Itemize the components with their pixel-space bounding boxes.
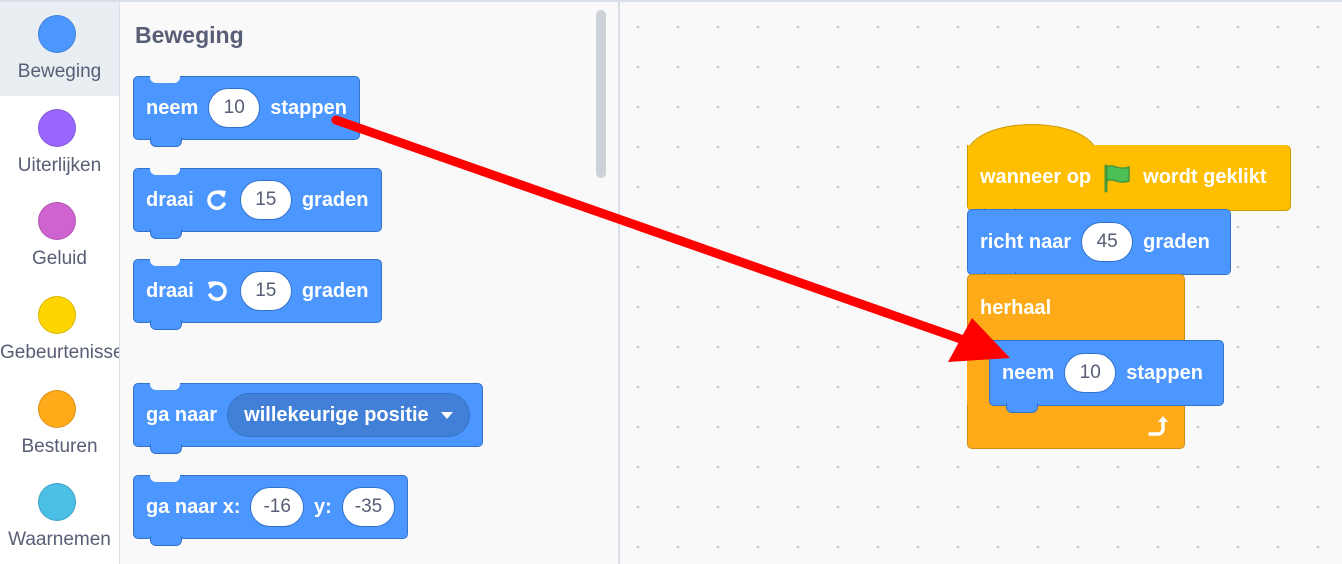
green-flag-icon xyxy=(1101,163,1133,193)
palette-scrollbar[interactable] xyxy=(596,10,606,178)
category-label: Uiterlijken xyxy=(17,155,102,176)
block-notch xyxy=(150,475,180,482)
block-tab xyxy=(150,137,182,147)
control-dot-icon xyxy=(38,390,76,428)
block-notch xyxy=(150,168,180,175)
motion-dot-icon xyxy=(38,15,76,53)
block-text: graden xyxy=(301,188,369,211)
category-sensing[interactable]: Waarnemen xyxy=(0,470,119,564)
block-text: stappen xyxy=(270,96,347,119)
degrees-input[interactable]: 15 xyxy=(239,180,292,220)
block-tab xyxy=(150,444,182,454)
direction-input[interactable]: 45 xyxy=(1081,222,1134,262)
steps-input[interactable]: 10 xyxy=(208,88,261,128)
category-label: Waarnemen xyxy=(8,529,111,550)
block-text: draai xyxy=(146,188,194,211)
block-tab xyxy=(150,320,182,330)
block-tab xyxy=(150,229,182,239)
turn-left-block[interactable]: draai 15 graden xyxy=(133,259,382,330)
block-text: y: xyxy=(313,495,332,518)
block-text: stappen xyxy=(1126,361,1203,384)
category-sidebar: Beweging Uiterlijken Geluid Gebeurteniss… xyxy=(0,2,120,564)
block-text: graden xyxy=(1143,230,1210,253)
y-input[interactable]: -35 xyxy=(341,487,396,527)
block-text: draai xyxy=(146,279,194,302)
loop-arrow-icon xyxy=(1144,414,1170,440)
block-text: richt naar xyxy=(980,230,1072,253)
block-notch xyxy=(150,383,180,390)
turn-right-block[interactable]: draai 15 graden xyxy=(133,168,382,239)
repeat-arm xyxy=(967,339,989,405)
block-tab xyxy=(1006,403,1038,413)
block-text: neem xyxy=(146,96,199,119)
category-events[interactable]: Gebeurtenissen xyxy=(0,283,119,377)
block-tab xyxy=(150,536,182,546)
category-label: Geluid xyxy=(32,248,87,269)
degrees-input[interactable]: 15 xyxy=(239,271,292,311)
goto-xy-block[interactable]: ga naar x: -16 y: -35 xyxy=(133,475,409,546)
steps-input[interactable]: 10 xyxy=(1064,353,1117,393)
looks-dot-icon xyxy=(38,109,76,147)
point-direction-block[interactable]: richt naar 45 graden xyxy=(967,209,1231,282)
palette-title: Beweging xyxy=(135,22,244,48)
sensing-dot-icon xyxy=(38,483,76,521)
rotate-right-icon xyxy=(204,187,230,213)
block-notch xyxy=(150,259,180,266)
position-dropdown[interactable]: willekeurige positie xyxy=(227,393,470,437)
block-notch xyxy=(150,76,180,83)
rotate-left-icon xyxy=(204,278,230,304)
category-motion[interactable]: Beweging xyxy=(0,2,119,96)
move-steps-block[interactable]: neem 10 stappen xyxy=(133,76,360,147)
category-label: Besturen xyxy=(21,436,98,457)
when-flag-clicked-block[interactable]: wanneer op wordt geklikt xyxy=(967,145,1291,218)
block-text: neem xyxy=(1002,361,1055,384)
goto-block[interactable]: ga naar willekeurige positie xyxy=(133,383,483,454)
block-text: graden xyxy=(301,279,369,302)
block-palette: Beweging neem 10 stappen draai 15 graden… xyxy=(120,2,620,564)
block-text: ga naar x: xyxy=(146,495,241,518)
sound-dot-icon xyxy=(38,202,76,240)
move-steps-in-loop-block[interactable]: neem 10 stappen xyxy=(989,340,1224,413)
block-text: ga naar xyxy=(146,403,218,426)
category-sound[interactable]: Geluid xyxy=(0,189,119,283)
dropdown-value: willekeurige positie xyxy=(244,403,429,426)
events-dot-icon xyxy=(38,296,76,334)
category-looks[interactable]: Uiterlijken xyxy=(0,96,119,190)
category-label: Beweging xyxy=(17,61,102,82)
category-control[interactable]: Besturen xyxy=(0,377,119,471)
chevron-down-icon xyxy=(440,411,453,419)
block-text: wanneer op xyxy=(980,166,1092,188)
block-text: herhaal xyxy=(980,297,1052,319)
block-text: wordt geklikt xyxy=(1143,166,1267,188)
x-input[interactable]: -16 xyxy=(250,487,304,527)
category-label: Gebeurtenissen xyxy=(0,342,119,363)
